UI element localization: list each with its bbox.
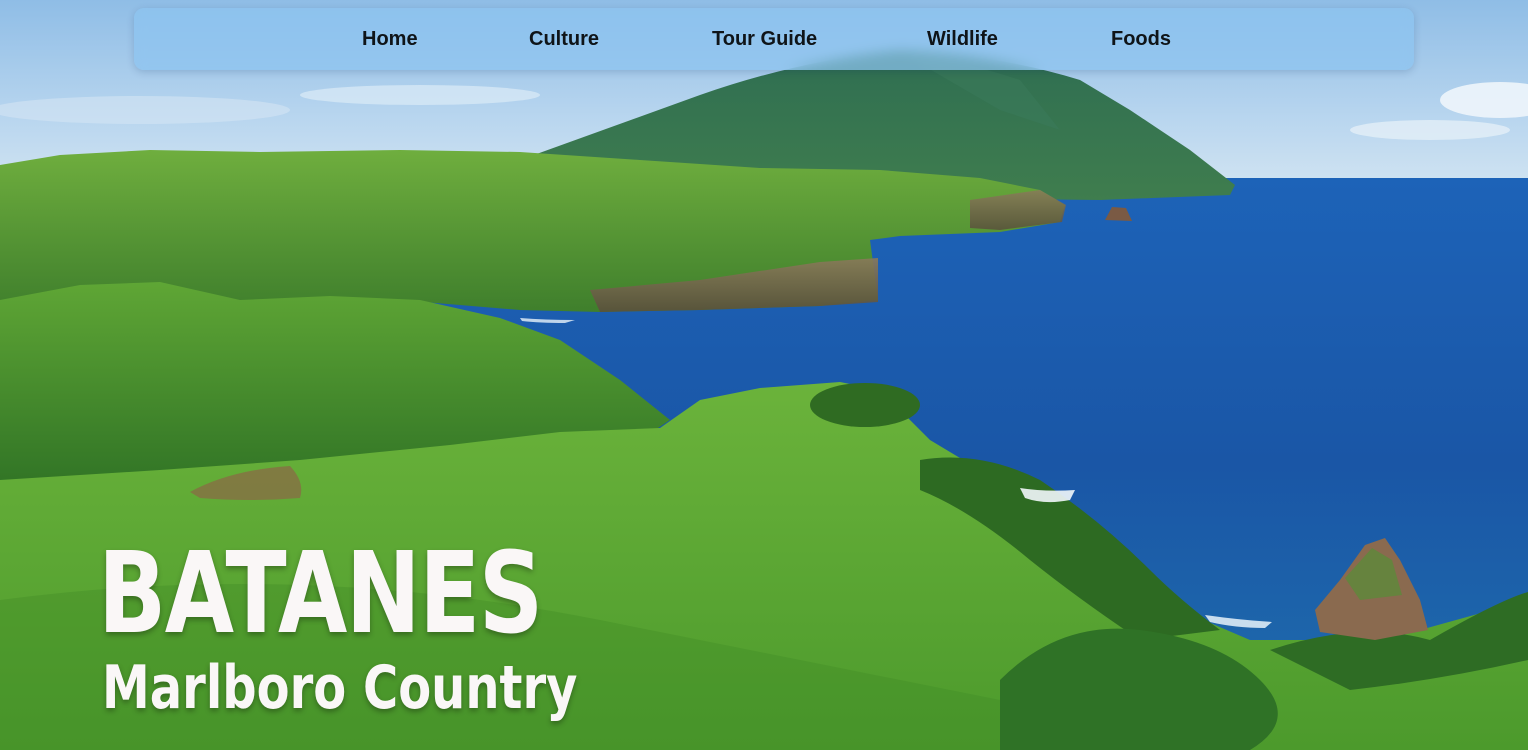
nav-link-wildlife[interactable]: Wildlife bbox=[927, 8, 998, 70]
hero-title: BATANES bbox=[98, 529, 543, 659]
nav-link-foods[interactable]: Foods bbox=[1111, 8, 1171, 70]
nav-link-tour-guide[interactable]: Tour Guide bbox=[712, 8, 817, 70]
nav-link-home[interactable]: Home bbox=[362, 8, 418, 70]
nav-link-culture[interactable]: Culture bbox=[529, 8, 599, 70]
top-navbar: Home Culture Tour Guide Wildlife Foods bbox=[134, 8, 1414, 70]
hero-section: Home Culture Tour Guide Wildlife Foods B… bbox=[0, 0, 1528, 750]
hero-subtitle: Marlboro Country bbox=[102, 653, 578, 723]
